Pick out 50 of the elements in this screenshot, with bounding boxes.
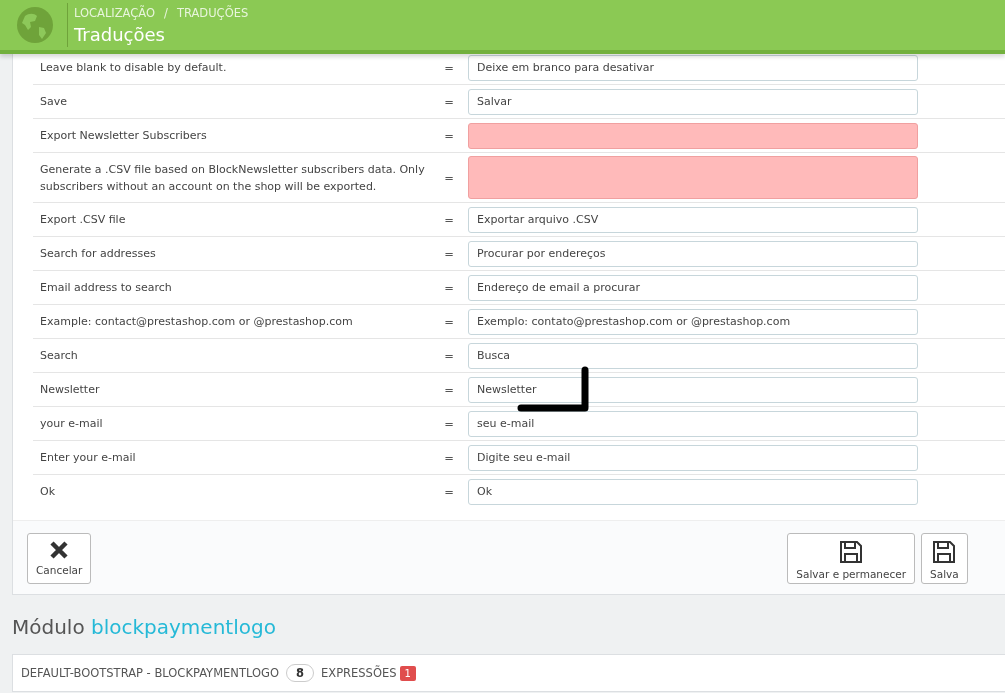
translation-field[interactable]: Procurar por endereços	[468, 240, 918, 267]
source-text: Search for addresses	[39, 246, 157, 262]
source-text: Email address to search	[39, 280, 173, 296]
page-title: Traduções	[74, 24, 166, 45]
translation-field[interactable]: Exportar arquivo .CSV	[468, 206, 918, 233]
source-text: Export Newsletter Subscribers	[39, 128, 208, 144]
source-text: Example: contact@prestashop.com or @prestashop.com	[39, 314, 354, 330]
translation-field[interactable]	[468, 122, 918, 149]
equals-sign: =	[443, 128, 455, 143]
equals-sign: =	[443, 382, 455, 397]
source-text: Newsletter	[39, 382, 101, 398]
equals-sign: =	[443, 484, 455, 499]
source-text: your e-mail	[39, 416, 104, 432]
translation-field[interactable]: Newsletter	[468, 376, 918, 403]
source-text: Save	[39, 94, 68, 110]
equals-sign: =	[443, 212, 455, 227]
close-icon	[49, 540, 70, 560]
equals-sign: =	[443, 246, 455, 261]
source-text: Enter your e-mail	[39, 450, 137, 466]
translation-field[interactable]: Endereço de email a procurar	[468, 274, 918, 301]
source-text: Search	[39, 348, 79, 364]
breadcrumb-separator: /	[164, 6, 168, 20]
save-button[interactable]: Salva	[921, 533, 968, 584]
panel-title: DEFAULT-BOOTSTRAP - BLOCKPAYMENTLOGO	[21, 666, 279, 680]
translation-field[interactable]: Deixe em branco para desativar	[468, 54, 918, 81]
source-text: Generate a .CSV file based on BlockNewsletter subscribers data. Only subscribers without an account on the shop will be exported.	[39, 161, 426, 195]
translation-field[interactable]	[468, 156, 918, 199]
module-heading: Módulo blockpaymentlogo	[12, 615, 276, 639]
equals-sign: =	[443, 280, 455, 295]
translation-field[interactable]: Ok	[468, 478, 918, 505]
equals-sign: =	[443, 60, 455, 75]
source-text: Ok	[39, 484, 57, 500]
translation-field[interactable]: seu e-mail	[468, 410, 918, 437]
equals-sign: =	[443, 450, 455, 465]
translation-field[interactable]: Digite seu e-mail	[468, 444, 918, 471]
equals-sign: =	[443, 94, 455, 109]
translation-field[interactable]: Busca	[468, 342, 918, 369]
equals-sign: =	[443, 348, 455, 363]
cancel-button[interactable]: Cancelar	[27, 533, 92, 584]
missing-count-badge: 1	[399, 665, 416, 681]
source-text: Export .CSV file	[39, 212, 127, 228]
source-text: Leave blank to disable by default.	[39, 60, 228, 76]
save-button[interactable]: Salvar e permanecer	[787, 533, 916, 584]
count-label: EXPRESSÕES	[321, 666, 397, 680]
globe-icon	[15, 5, 55, 45]
equals-sign: =	[443, 170, 455, 185]
equals-sign: =	[443, 416, 455, 431]
translation-field[interactable]: Exemplo: contato@prestashop.com or @prestashop.com	[468, 308, 918, 335]
translation-field[interactable]: Salvar	[468, 88, 918, 115]
equals-sign: =	[443, 314, 455, 329]
